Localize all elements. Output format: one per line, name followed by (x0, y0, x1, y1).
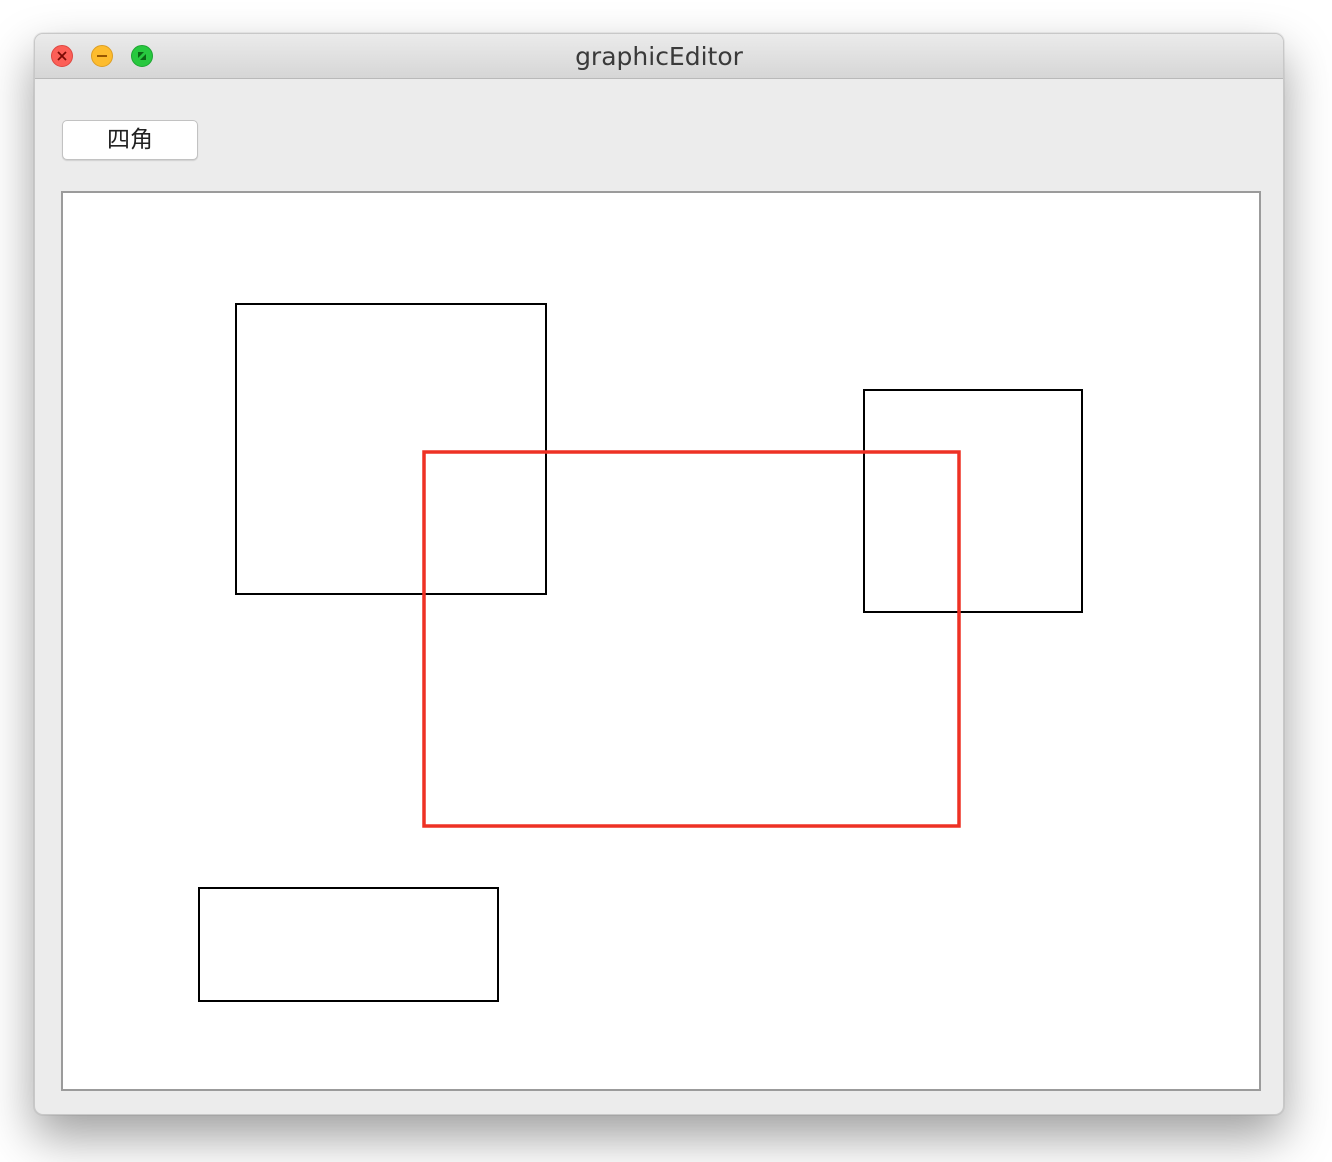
rectangle-shape-1[interactable] (235, 303, 547, 595)
canvas-surface[interactable] (63, 193, 1259, 1089)
rectangle-tool-button[interactable]: 四角 (62, 120, 198, 160)
rectangle-shape-selected[interactable] (422, 450, 961, 828)
rectangle-shape-2[interactable] (863, 389, 1083, 613)
rectangle-shape-3[interactable] (198, 887, 499, 1002)
title-bar[interactable]: graphicEditor (35, 34, 1283, 79)
app-window: graphicEditor 四角 (34, 33, 1284, 1115)
drawing-canvas[interactable] (61, 191, 1261, 1091)
window-title: graphicEditor (575, 42, 743, 71)
